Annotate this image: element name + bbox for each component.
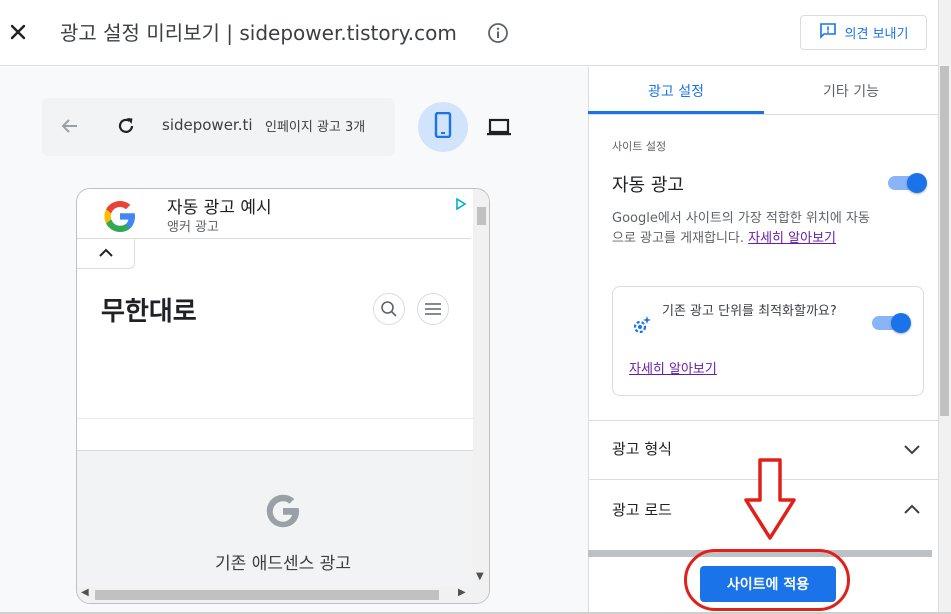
chevron-up-icon[interactable] — [902, 499, 922, 519]
ad-load-label[interactable]: 광고 로드 — [612, 499, 672, 520]
auto-ads-toggle[interactable] — [888, 173, 927, 193]
ad-formats-label[interactable]: 광고 형식 — [612, 438, 672, 459]
anchor-ad-subtitle: 앵커 광고 — [167, 220, 219, 235]
page-title: 광고 설정 미리보기 | sidepower.tistory.com — [60, 21, 457, 45]
top-bar: 광고 설정 미리보기 | sidepower.tistory.com 의견 보내… — [0, 0, 951, 66]
scroll-left-arrow-icon[interactable]: ◀ — [81, 587, 89, 598]
divider — [77, 418, 473, 419]
anchor-ad[interactable]: 자동 광고 예시 앵커 광고 — [77, 189, 471, 239]
google-logo-icon — [99, 195, 141, 237]
phone-scrollbar[interactable] — [473, 189, 489, 603]
optimize-gear-icon — [630, 313, 654, 337]
tab-divider — [588, 114, 938, 115]
google-g-icon — [261, 489, 305, 533]
phone-h-scroll-thumb[interactable] — [95, 590, 439, 600]
tab-ad-settings[interactable]: 광고 설정 — [588, 67, 764, 114]
phone-scroll-thumb[interactable] — [477, 207, 486, 225]
site-settings-heading: 사이트 설정 — [612, 140, 667, 153]
close-icon[interactable] — [6, 20, 30, 44]
back-arrow-icon[interactable] — [58, 114, 82, 138]
preview-url: sidepower.ti — [162, 116, 253, 134]
anchor-ad-title: 자동 광고 예시 — [167, 198, 272, 218]
optimize-question: 기존 광고 단위를 최적화할까요? — [662, 304, 837, 319]
apply-to-site-button[interactable]: 사이트에 적용 — [700, 566, 836, 602]
info-icon[interactable] — [487, 22, 509, 44]
scroll-right-arrow-icon[interactable]: ▶ — [458, 587, 466, 598]
red-arrow-annotation — [744, 458, 796, 540]
optimize-toggle[interactable] — [872, 313, 911, 333]
auto-ads-label: 자동 광고 — [612, 175, 684, 196]
mobile-view-button[interactable] — [418, 102, 468, 152]
search-icon[interactable] — [373, 293, 405, 325]
inpage-ad-label: 기존 애드센스 광고 — [215, 554, 351, 574]
scroll-down-arrow-icon[interactable]: ▼ — [476, 571, 484, 582]
inpage-ad-count: 인페이지 광고 3개 — [265, 120, 366, 135]
feedback-icon — [819, 22, 837, 44]
mobile-icon — [433, 111, 453, 142]
divider — [588, 420, 938, 421]
chevron-up-icon — [98, 244, 114, 263]
chevron-down-icon[interactable] — [902, 439, 922, 459]
auto-ads-description: Google에서 사이트의 가장 적합한 위치에 자동으로 광고를 게재합니다.… — [612, 209, 872, 249]
menu-icon[interactable] — [417, 293, 449, 325]
anchor-collapse-button[interactable] — [77, 239, 135, 269]
send-feedback-button[interactable]: 의견 보내기 — [800, 15, 927, 50]
learn-more-link[interactable]: 자세히 알아보기 — [748, 231, 836, 246]
phone-preview: 자동 광고 예시 앵커 광고 무한대로 기존 애드센스 광고 ▼ ◀ ▶ — [76, 188, 490, 604]
optimize-learn-more-link[interactable]: 자세히 알아보기 — [629, 358, 717, 377]
blog-title: 무한대로 — [101, 297, 197, 327]
feedback-label: 의견 보내기 — [844, 27, 909, 42]
page-scroll-thumb[interactable] — [940, 66, 949, 416]
adchoices-icon[interactable] — [455, 195, 467, 211]
desktop-icon[interactable] — [486, 114, 512, 140]
reload-icon[interactable] — [114, 114, 138, 138]
tab-other-features[interactable]: 기타 기능 — [764, 67, 938, 114]
